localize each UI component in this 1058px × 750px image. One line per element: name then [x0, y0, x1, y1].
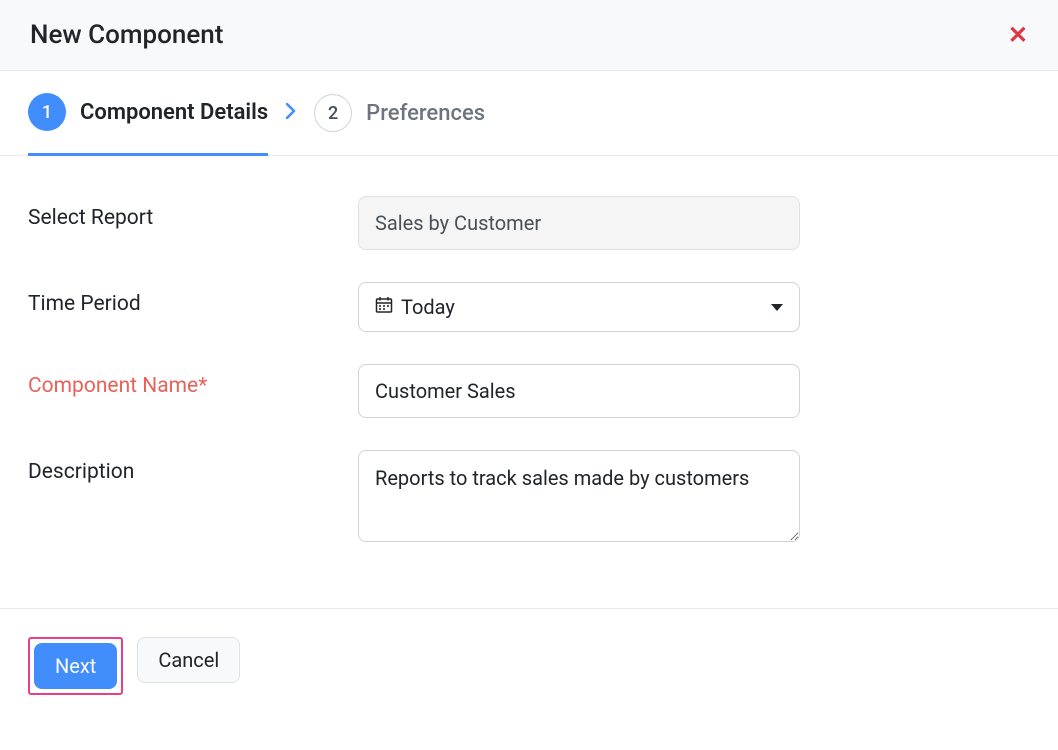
- description-textarea[interactable]: [358, 450, 800, 542]
- row-time-period: Time Period: [28, 282, 1030, 332]
- dialog-footer: Next Cancel: [0, 608, 1058, 723]
- step-number-1: 1: [28, 93, 66, 131]
- close-icon[interactable]: ✕: [1008, 23, 1028, 47]
- step-preferences[interactable]: 2 Preferences: [314, 94, 485, 154]
- chevron-right-icon: [286, 103, 296, 146]
- form-area: Select Report Sales by Customer Time Per…: [0, 156, 1058, 608]
- label-select-report: Select Report: [28, 196, 358, 230]
- wizard-steps: 1 Component Details 2 Preferences: [0, 71, 1058, 156]
- label-time-period: Time Period: [28, 282, 358, 316]
- label-component-name: Component Name*: [28, 364, 358, 398]
- label-description: Description: [28, 450, 358, 484]
- next-highlight: Next: [28, 637, 123, 695]
- step-label-2: Preferences: [366, 101, 485, 126]
- next-button[interactable]: Next: [34, 643, 117, 689]
- time-period-select[interactable]: Today: [358, 282, 800, 332]
- dialog-title: New Component: [30, 20, 223, 50]
- step-label-1: Component Details: [80, 100, 268, 125]
- select-report-field[interactable]: Sales by Customer: [358, 196, 800, 250]
- dialog-header: New Component ✕: [0, 0, 1058, 71]
- row-description: Description: [28, 450, 1030, 546]
- row-component-name: Component Name*: [28, 364, 1030, 418]
- step-number-2: 2: [314, 94, 352, 132]
- step-component-details[interactable]: 1 Component Details: [28, 93, 268, 156]
- caret-down-icon: [771, 304, 783, 311]
- row-select-report: Select Report Sales by Customer: [28, 196, 1030, 250]
- calendar-icon: [375, 296, 393, 318]
- time-period-value: Today: [401, 295, 455, 319]
- component-name-input[interactable]: [358, 364, 800, 418]
- cancel-button[interactable]: Cancel: [137, 637, 240, 683]
